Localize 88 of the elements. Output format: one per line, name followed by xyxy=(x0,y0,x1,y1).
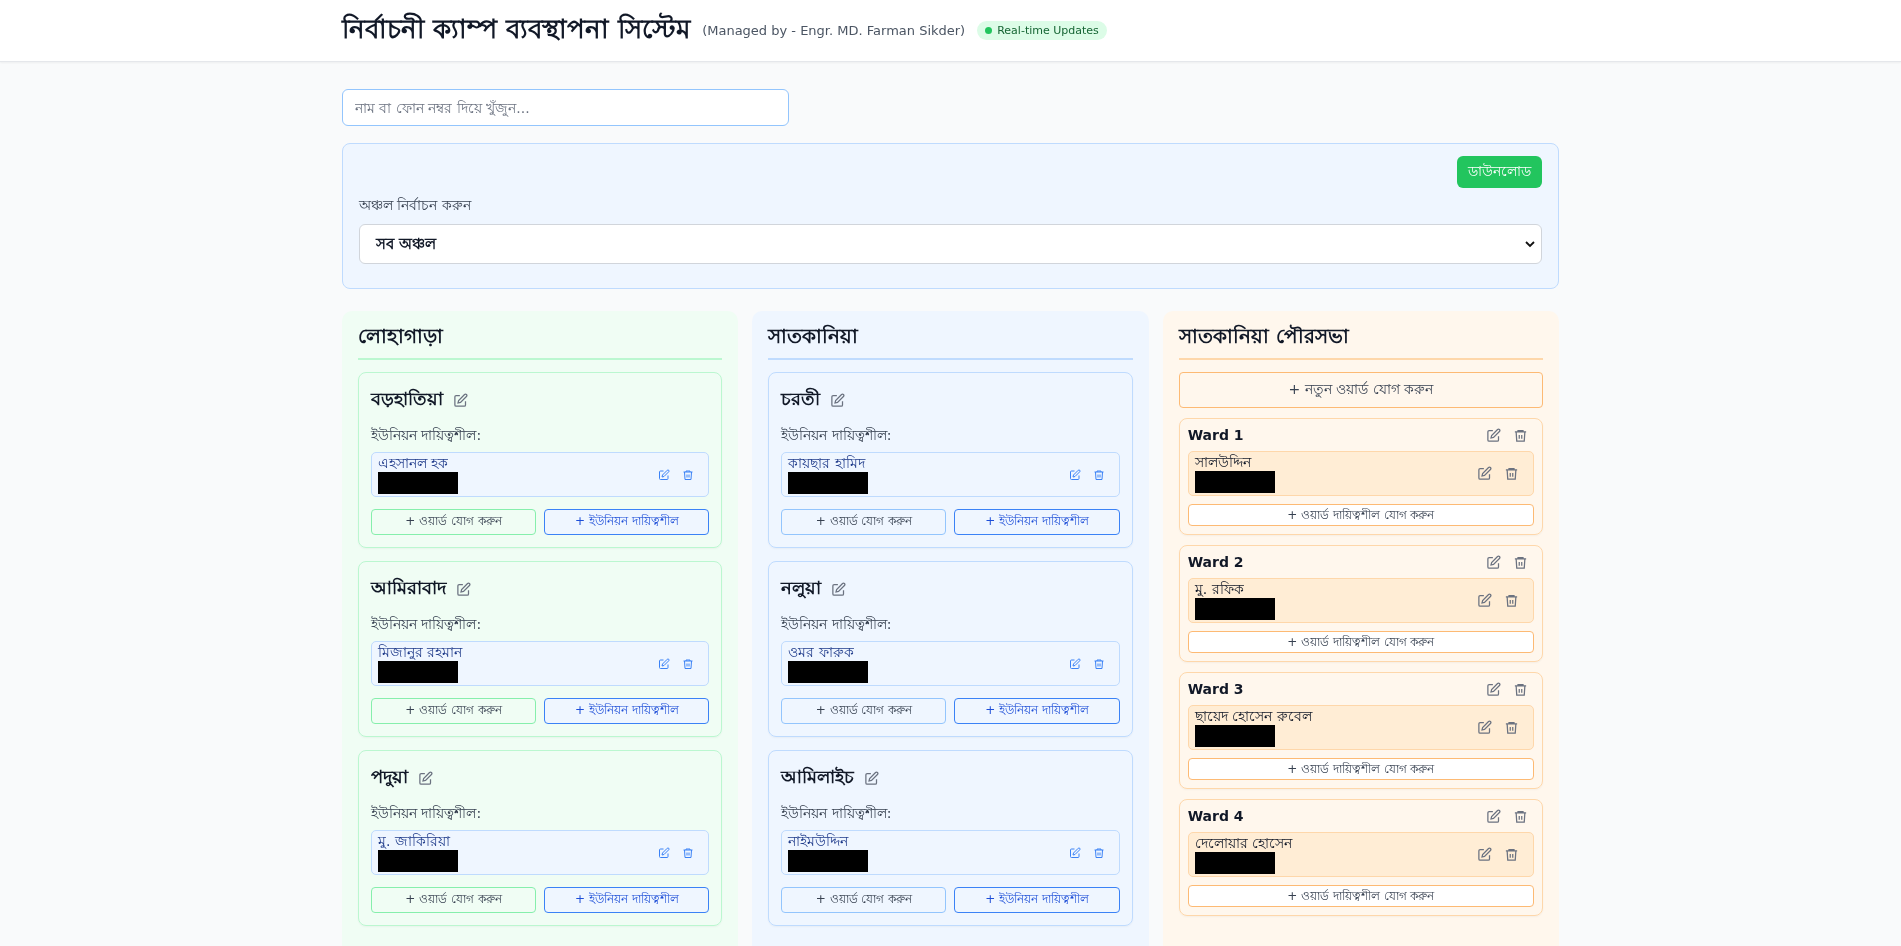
search-field[interactable]: নাম বা ফোন নম্বর দিয়ে খুঁজুন... xyxy=(342,89,789,126)
responsible-label: ইউনিয়ন দায়িত্বশীল: xyxy=(371,426,483,445)
add-responsible-button[interactable]: + ইউনিয়ন দায়িত্বশীল xyxy=(544,887,710,913)
delete-icon[interactable] xyxy=(1513,427,1528,443)
person-name: মিজানুর রহমান xyxy=(378,644,463,661)
add-ward-responsible-button[interactable]: + ওয়ার্ড দায়িত্বশীল যোগ করুন xyxy=(1187,631,1534,653)
edit-icon[interactable] xyxy=(1068,657,1081,670)
add-ward-button[interactable]: + ওয়ার্ড যোগ করুন xyxy=(781,509,947,535)
add-responsible-button[interactable]: + ইউনিয়ন দায়িত্বশীল xyxy=(954,509,1120,535)
edit-icon[interactable] xyxy=(418,771,433,786)
delete-icon[interactable] xyxy=(1092,468,1105,481)
subtitle: (Managed by - Engr. MD. Farman Sikder) xyxy=(702,23,966,38)
person-name: মু. রফিক xyxy=(1194,581,1244,598)
status-badge: Real-time Updates xyxy=(977,21,1107,40)
add-ward-responsible-button[interactable]: + ওয়ার্ড দায়িত্বশীল যোগ করুন xyxy=(1187,758,1534,780)
add-ward-button[interactable]: + ওয়ার্ড যোগ করুন xyxy=(781,698,947,724)
delete-icon[interactable] xyxy=(1092,846,1105,859)
edit-icon[interactable] xyxy=(864,771,880,786)
union-name: চরতী xyxy=(781,386,821,411)
person-name: এহসানল হক xyxy=(378,455,449,472)
person-name: কায়ছার হামিদ xyxy=(788,455,865,472)
ward-name: Ward 3 xyxy=(1187,681,1245,697)
union-name: পদুয়া xyxy=(371,765,408,790)
add-ward-button[interactable]: + ওয়ার্ড যোগ করুন xyxy=(781,887,947,913)
delete-icon[interactable] xyxy=(682,468,695,481)
delete-icon[interactable] xyxy=(682,657,695,670)
region-heading: সাতকানিয়া xyxy=(768,315,1133,360)
person-name: দেলোয়ার হোসেন xyxy=(1194,835,1293,852)
new-ward-button[interactable]: + নতুন ওয়ার্ড যোগ করুন xyxy=(1178,372,1543,408)
edit-icon[interactable] xyxy=(453,393,468,408)
edit-icon[interactable] xyxy=(1477,720,1492,735)
responsible-label: ইউনিয়ন দায়িত্বশীল: xyxy=(781,804,893,823)
person-name: সালউদ্দিন xyxy=(1194,454,1251,471)
add-ward-responsible-button[interactable]: + ওয়ার্ড দায়িত্বশীল যোগ করুন xyxy=(1187,885,1534,907)
union-name: বড়হাতিয়া xyxy=(371,387,443,411)
responsible-label: ইউনিয়ন দায়িত্বশীল: xyxy=(371,804,483,823)
app-title: নির্বাচনী ক্যাম্প ব্যবস্থাপনা সিস্টেম xyxy=(342,11,691,46)
region-select[interactable]: সব অঞ্চল xyxy=(359,224,1542,264)
ward-name: Ward 2 xyxy=(1187,554,1245,570)
delete-icon[interactable] xyxy=(1504,466,1519,481)
delete-icon[interactable] xyxy=(1513,554,1528,570)
person-name: মু. জাকিরিয়া xyxy=(378,833,450,850)
edit-icon[interactable] xyxy=(830,393,846,408)
person-name: ছায়েদ হোসেন রুবেল xyxy=(1194,708,1312,725)
edit-icon[interactable] xyxy=(1486,427,1501,443)
union-name: আমিলাইচ xyxy=(781,765,855,789)
edit-icon[interactable] xyxy=(1477,593,1492,608)
delete-icon[interactable] xyxy=(1504,847,1519,862)
add-responsible-button[interactable]: + ইউনিয়ন দায়িত্বশীল xyxy=(544,698,710,724)
delete-icon[interactable] xyxy=(1504,720,1519,735)
status-dot-icon xyxy=(985,27,993,34)
region-label: অঞ্চল নির্বাচন করুন xyxy=(359,196,473,215)
edit-icon[interactable] xyxy=(1068,468,1081,481)
responsible-label: ইউনিয়ন দায়িত্বশীল: xyxy=(781,426,893,445)
delete-icon[interactable] xyxy=(1513,681,1528,697)
add-ward-button[interactable]: + ওয়ার্ড যোগ করুন xyxy=(371,509,537,535)
edit-icon[interactable] xyxy=(1486,808,1501,824)
edit-icon[interactable] xyxy=(1477,466,1492,481)
edit-icon[interactable] xyxy=(658,846,671,859)
add-ward-button[interactable]: + ওয়ার্ড যোগ করুন xyxy=(371,698,537,724)
ward-name: Ward 4 xyxy=(1187,808,1245,824)
edit-icon[interactable] xyxy=(1068,846,1081,859)
chevron-icon xyxy=(1525,240,1535,248)
person-name: নাইমউদ্দিন xyxy=(788,833,849,850)
union-name: নলুয়া xyxy=(781,576,822,601)
edit-icon[interactable] xyxy=(658,657,671,670)
delete-icon[interactable] xyxy=(682,846,695,859)
add-ward-button[interactable]: + ওয়ার্ড যোগ করুন xyxy=(371,887,537,913)
delete-icon[interactable] xyxy=(1504,593,1519,608)
add-responsible-button[interactable]: + ইউনিয়ন দায়িত্বশীল xyxy=(544,509,710,535)
edit-icon[interactable] xyxy=(1486,681,1501,697)
edit-icon[interactable] xyxy=(1486,554,1501,570)
delete-icon[interactable] xyxy=(1092,657,1105,670)
person-name: ওমর ফারুক xyxy=(788,644,854,661)
union-name: আমিরাবাদ xyxy=(371,576,446,600)
region-heading: সাতকানিয়া পৌরসভা xyxy=(1178,315,1543,360)
delete-icon[interactable] xyxy=(1513,808,1528,824)
region-heading: লোহাগাড়া xyxy=(358,315,723,360)
edit-icon[interactable] xyxy=(456,582,471,597)
edit-icon[interactable] xyxy=(1477,847,1492,862)
edit-icon[interactable] xyxy=(658,468,671,481)
edit-icon[interactable] xyxy=(831,582,847,597)
responsible-label: ইউনিয়ন দায়িত্বশীল: xyxy=(781,615,893,634)
add-ward-responsible-button[interactable]: + ওয়ার্ড দায়িত্বশীল যোগ করুন xyxy=(1187,504,1534,526)
add-responsible-button[interactable]: + ইউনিয়ন দায়িত্বশীল xyxy=(954,698,1120,724)
add-responsible-button[interactable]: + ইউনিয়ন দায়িত্বশীল xyxy=(954,887,1120,913)
ward-name: Ward 1 xyxy=(1187,427,1245,443)
responsible-label: ইউনিয়ন দায়িত্বশীল: xyxy=(371,615,483,634)
